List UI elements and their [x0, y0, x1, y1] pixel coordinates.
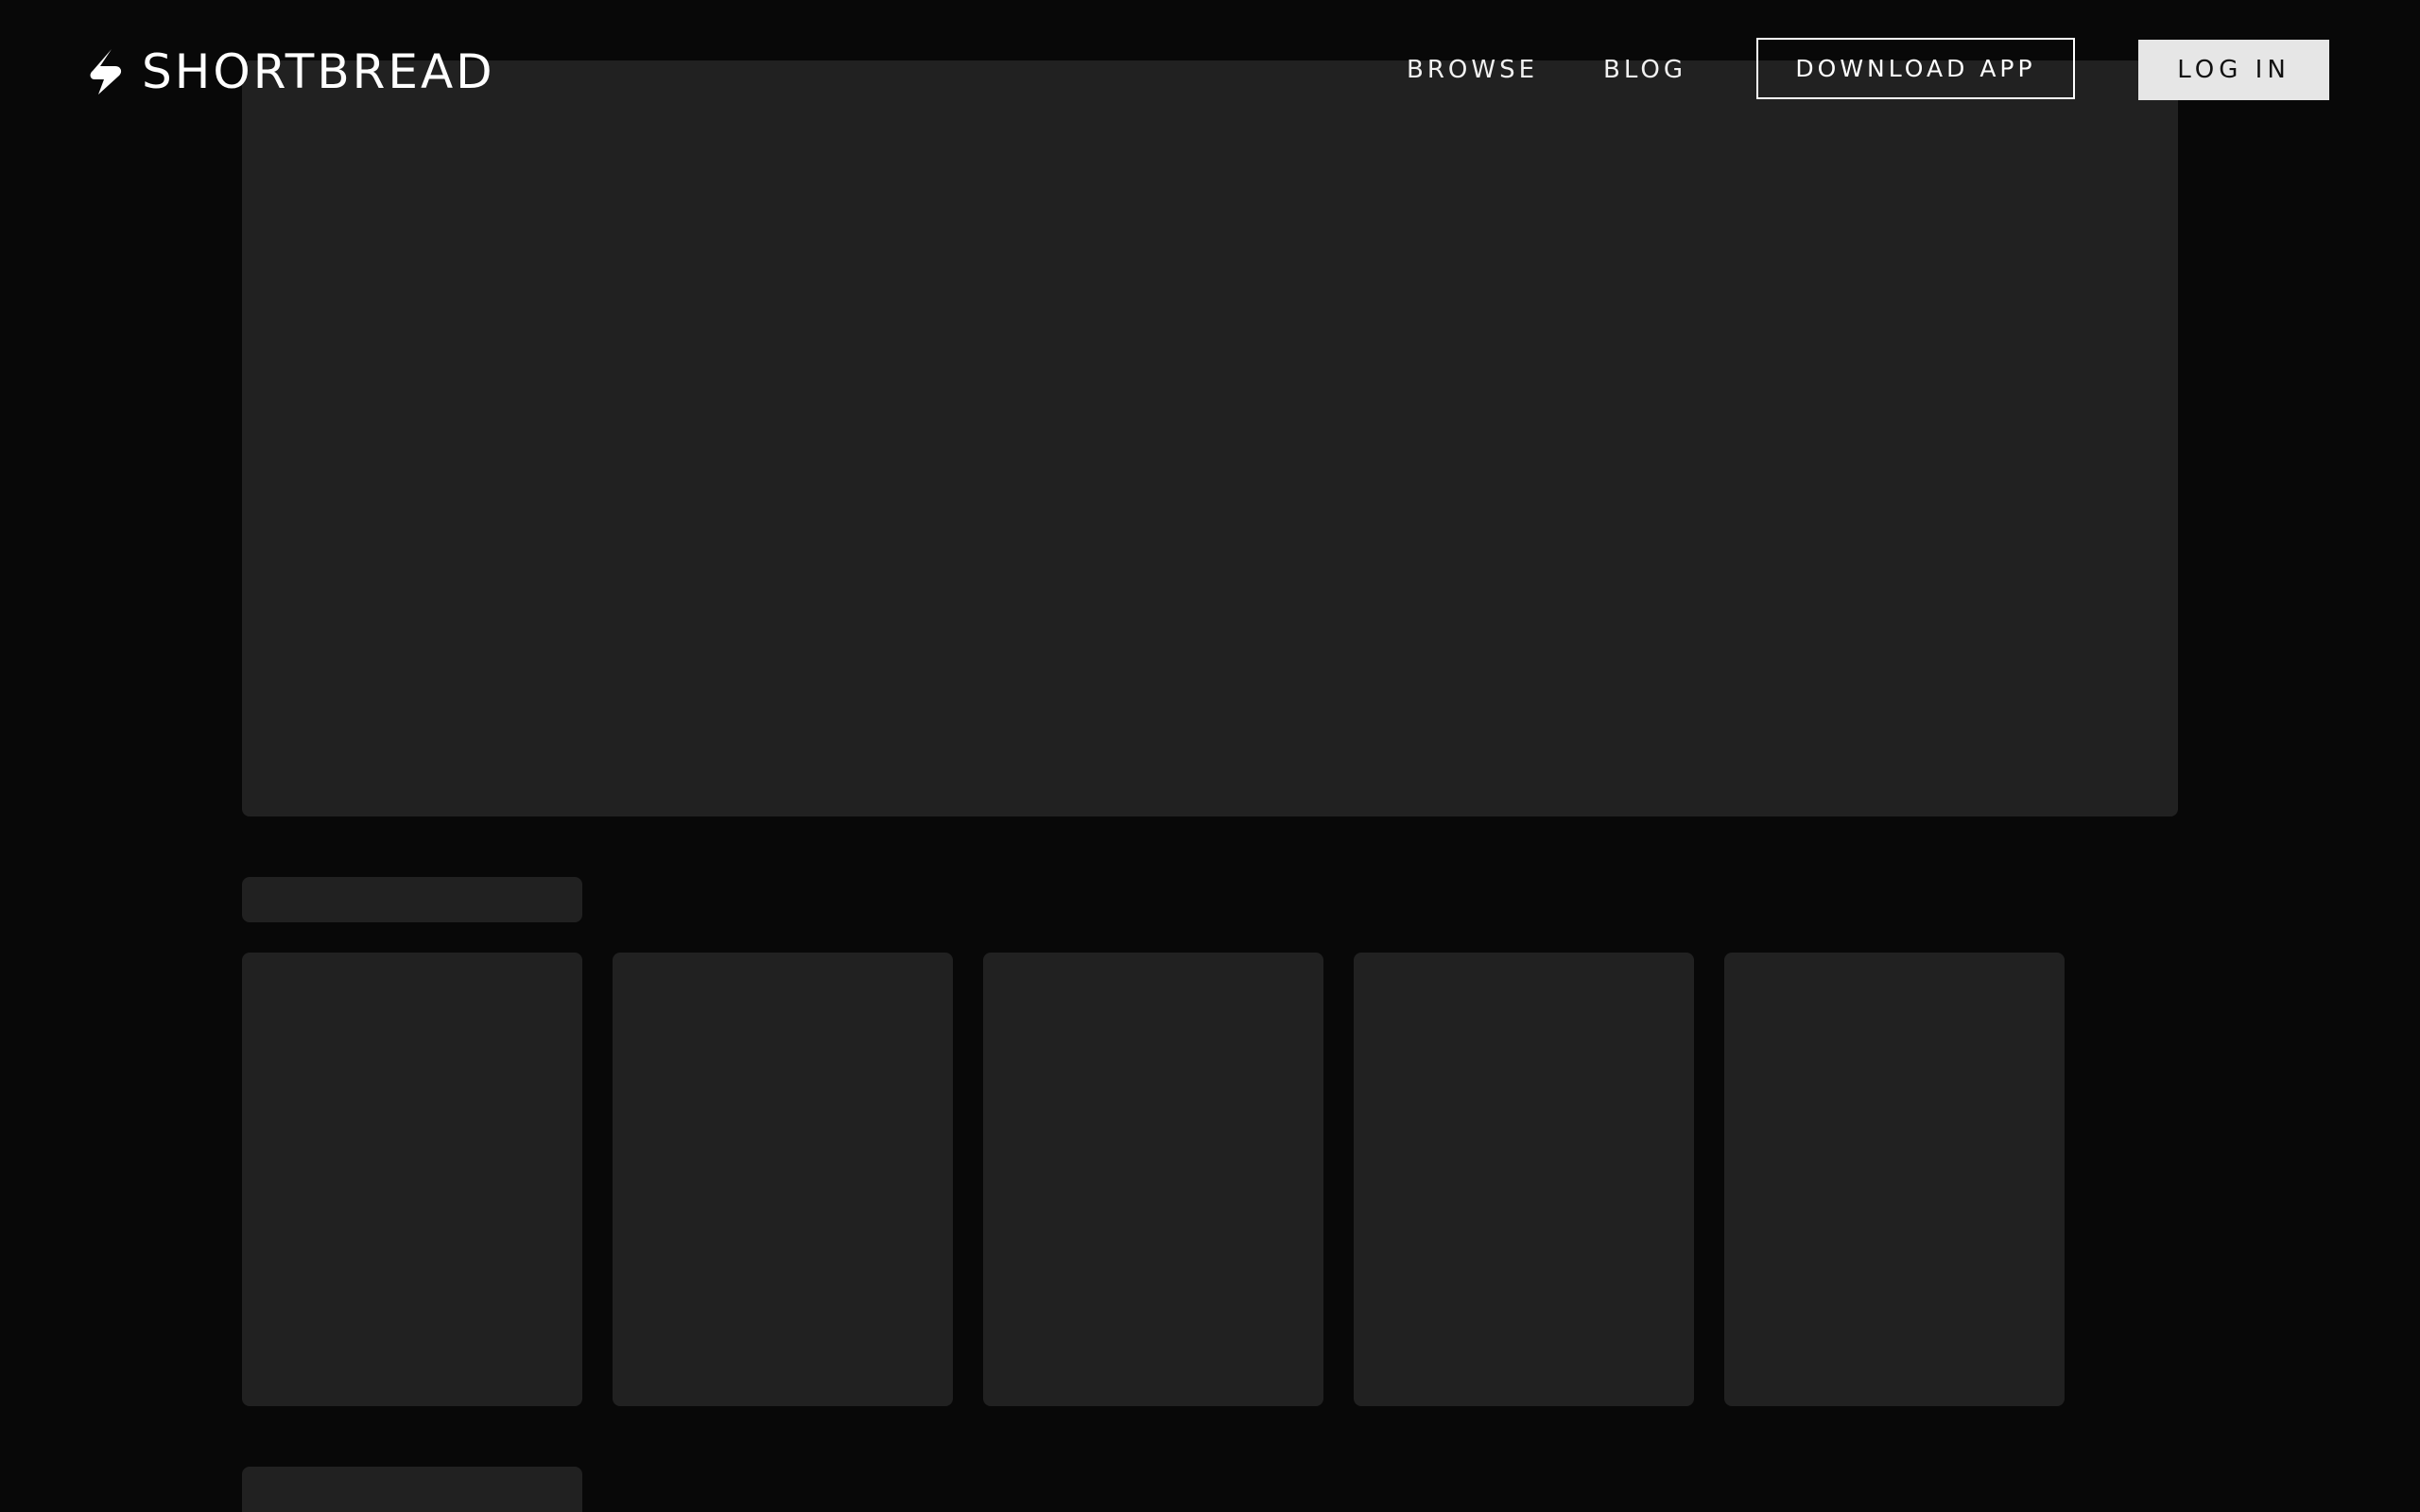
comic-card-placeholder: [983, 953, 1323, 1406]
hero-banner-placeholder: [242, 60, 2178, 816]
comic-card-placeholder: [242, 953, 582, 1406]
comic-card-placeholder: [613, 953, 953, 1406]
login-label: LOG IN: [2177, 56, 2290, 84]
nav-browse-link[interactable]: BROWSE: [1407, 51, 1538, 89]
download-app-button[interactable]: DOWNLOAD APP: [1756, 38, 2075, 99]
logo-text: SHORTBREAD: [142, 44, 495, 99]
comic-card-placeholder: [1354, 953, 1694, 1406]
logo-link[interactable]: SHORTBREAD: [89, 42, 495, 102]
nav-blog-link[interactable]: BLOG: [1603, 51, 1686, 89]
comic-card-placeholder: [1724, 953, 2065, 1406]
download-app-label: DOWNLOAD APP: [1795, 55, 2036, 82]
lightning-s-icon: [90, 49, 122, 94]
login-button[interactable]: LOG IN: [2138, 40, 2329, 100]
site-header: SHORTBREAD BROWSE BLOG DOWNLOAD APP LOG …: [0, 0, 2420, 142]
section-title-placeholder: [242, 877, 582, 922]
section-title-placeholder: [242, 1467, 582, 1512]
page: SHORTBREAD BROWSE BLOG DOWNLOAD APP LOG …: [0, 0, 2420, 1512]
